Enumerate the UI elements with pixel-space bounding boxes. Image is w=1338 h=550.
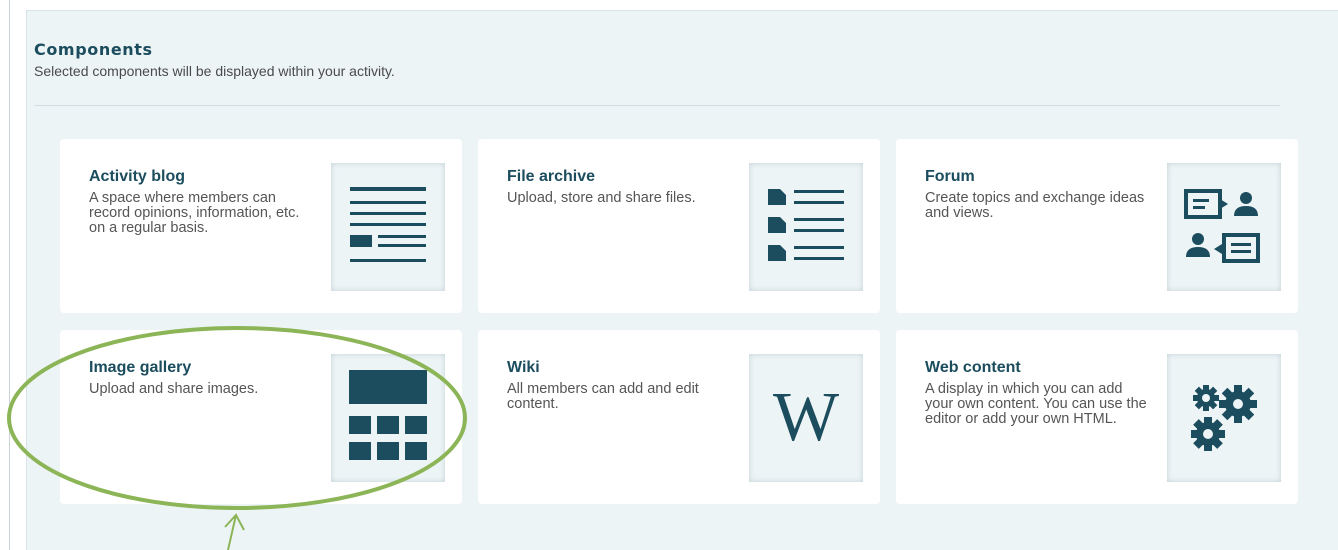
image-gallery-icon [331,354,445,482]
card-title: Wiki [507,359,540,376]
card-title: Image gallery [89,359,192,376]
wiki-glyph: W [772,379,840,456]
card-description: A space where members can record opinion… [89,190,300,236]
gears-icon [1167,354,1281,482]
wiki-icon: W [749,354,863,482]
component-card-activity-blog[interactable]: Activity blog A space where members can … [60,139,462,313]
blog-icon [331,163,445,291]
card-title: Forum [925,168,975,185]
card-description: Create topics and exchange ideas and vie… [925,190,1145,221]
card-title: File archive [507,168,596,185]
card-description: Upload, store and share files. [507,190,696,206]
card-description: A display in which you can add your own … [925,381,1147,427]
card-description: All members can add and edit content. [507,381,699,412]
file-archive-icon [749,163,863,291]
card-title: Activity blog [89,168,186,185]
section-divider [34,105,1280,106]
component-card-web-content[interactable]: Web content A display in which you can a… [896,330,1298,504]
card-title: Web content [925,359,1021,376]
component-card-wiki[interactable]: Wiki All members can add and edit conten… [478,330,880,504]
card-description: Upload and share images. [89,381,259,397]
component-card-file-archive[interactable]: File archive Upload, store and share fil… [478,139,880,313]
component-card-forum[interactable]: Forum Create topics and exchange ideas a… [896,139,1298,313]
section-title: Components [34,40,153,59]
left-border-line [9,0,10,550]
component-card-image-gallery[interactable]: Image gallery Upload and share images. [60,330,462,504]
section-subtitle: Selected components will be displayed wi… [34,63,395,79]
forum-icon [1167,163,1281,291]
